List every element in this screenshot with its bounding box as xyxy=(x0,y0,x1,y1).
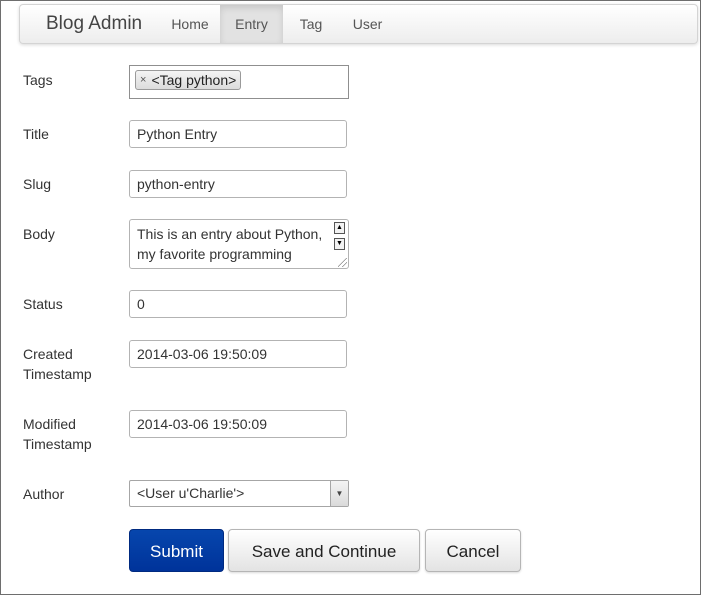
created-label-line2: Timestamp xyxy=(23,366,92,382)
nav-entry[interactable]: Entry xyxy=(220,5,283,43)
body-text: This is an entry about Python, my favori… xyxy=(137,226,323,262)
status-label: Status xyxy=(23,296,63,312)
nav-home[interactable]: Home xyxy=(162,5,218,43)
brand-link[interactable]: Blog Admin xyxy=(46,13,142,35)
tags-label: Tags xyxy=(23,72,53,88)
created-label-line1: Created xyxy=(23,346,73,362)
nav-tag[interactable]: Tag xyxy=(285,5,337,43)
tags-input[interactable]: × <Tag python> xyxy=(129,65,349,99)
modified-label-line1: Modified xyxy=(23,416,76,432)
tag-chip: × <Tag python> xyxy=(135,70,242,90)
navbar: Blog Admin Home Entry Tag User xyxy=(19,4,698,44)
tag-chip-label: <Tag python> xyxy=(151,72,237,88)
submit-button[interactable]: Submit xyxy=(129,529,224,572)
arrow-down-icon[interactable]: ▼ xyxy=(334,238,345,250)
slug-input[interactable]: python-entry xyxy=(129,170,347,198)
close-icon[interactable]: × xyxy=(140,71,146,89)
slug-label: Slug xyxy=(23,176,52,192)
author-select-value: <User u'Charlie'> xyxy=(137,485,245,501)
nav-user[interactable]: User xyxy=(340,5,395,43)
status-input[interactable]: 0 xyxy=(129,290,347,318)
cancel-button[interactable]: Cancel xyxy=(425,529,521,572)
title-input[interactable]: Python Entry xyxy=(129,120,347,148)
resize-grip-icon[interactable] xyxy=(338,258,347,267)
title-label: Title xyxy=(23,126,49,142)
body-textarea[interactable]: This is an entry about Python, my favori… xyxy=(129,219,349,269)
author-label: Author xyxy=(23,486,65,502)
created-timestamp-input[interactable]: 2014-03-06 19:50:09 xyxy=(129,340,347,368)
modified-label-line2: Timestamp xyxy=(23,436,92,452)
modified-timestamp-input[interactable]: 2014-03-06 19:50:09 xyxy=(129,410,347,438)
window-frame xyxy=(0,0,701,595)
chevron-down-icon[interactable]: ▼ xyxy=(330,481,348,506)
author-select[interactable]: <User u'Charlie'> ▼ xyxy=(129,480,349,507)
arrow-up-icon[interactable]: ▲ xyxy=(334,222,345,234)
body-label: Body xyxy=(23,226,55,242)
save-and-continue-button[interactable]: Save and Continue xyxy=(228,529,420,572)
